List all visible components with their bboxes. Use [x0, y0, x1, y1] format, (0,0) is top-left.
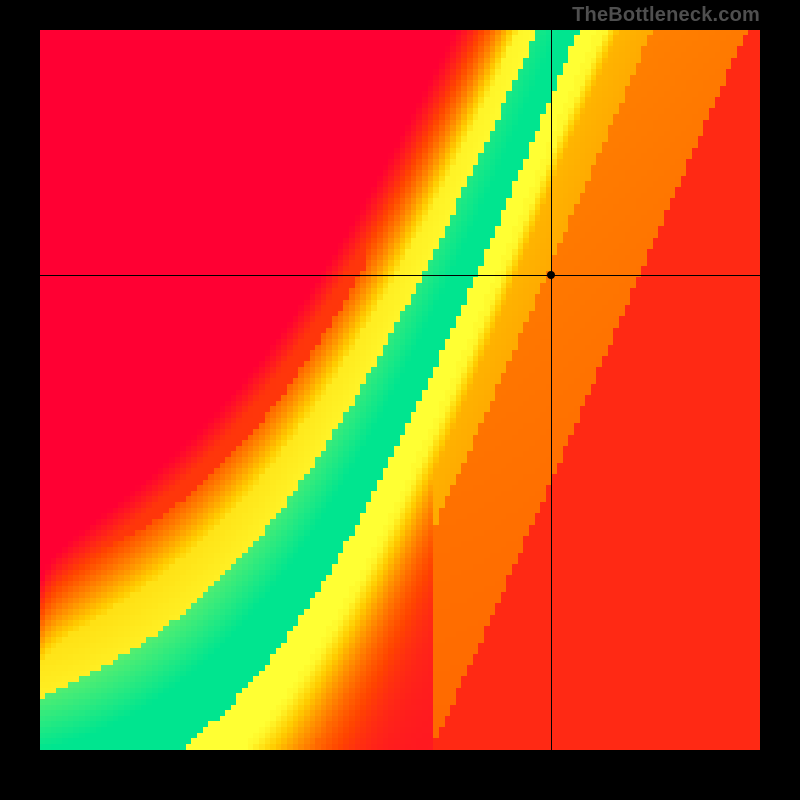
heatmap-plot — [40, 30, 760, 750]
chart-frame: TheBottleneck.com — [0, 0, 800, 800]
crosshair-horizontal — [40, 275, 760, 276]
crosshair-marker-dot — [547, 271, 555, 279]
attribution-text: TheBottleneck.com — [572, 4, 760, 27]
crosshair-vertical — [551, 30, 552, 750]
heatmap-canvas — [40, 30, 760, 750]
